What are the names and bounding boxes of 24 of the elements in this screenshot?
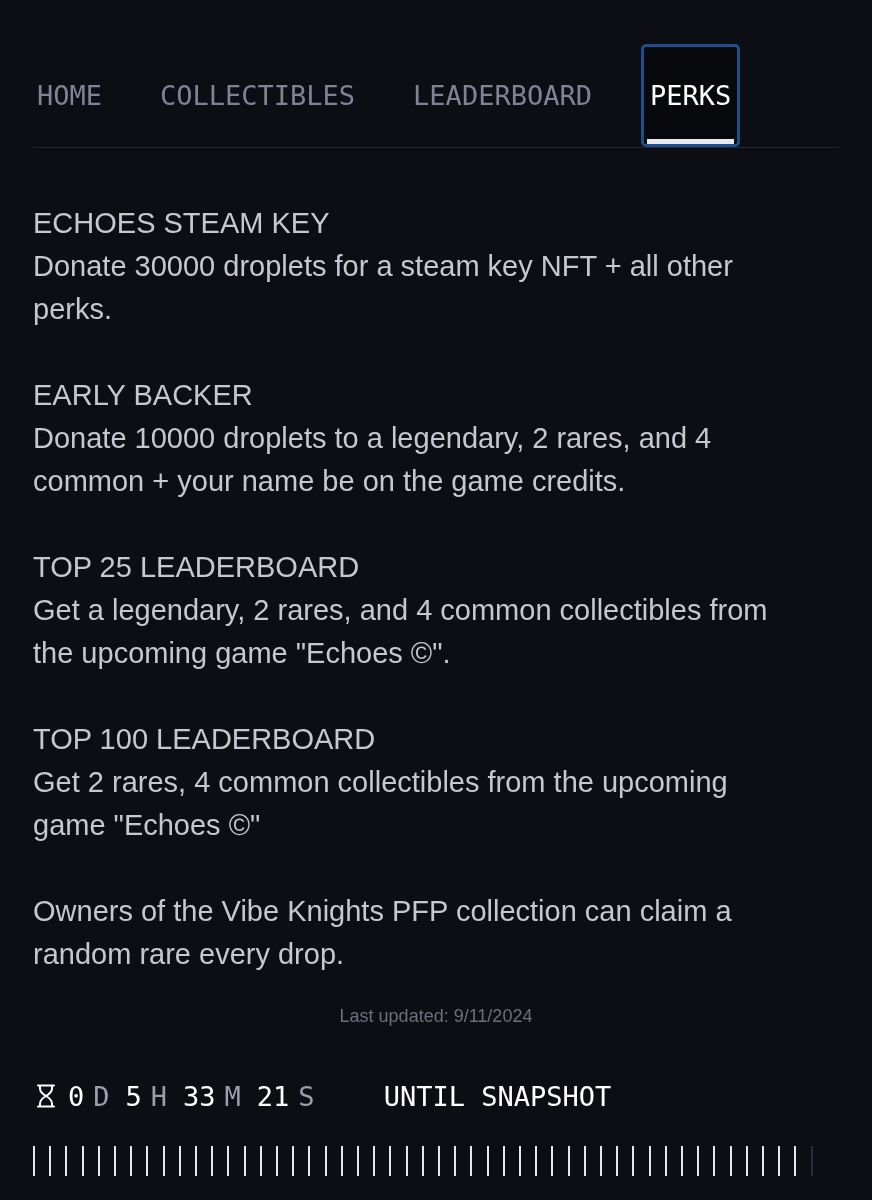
countdown-unit: D [93,1082,110,1110]
perk-description: Donate 30000 droplets for a steam key NFT + all other perks. [33,249,734,327]
perk-description: Get a legendary, 2 rares, and 4 common collectibles from the upcoming game "Echoes ©". [33,593,769,671]
countdown-unit: M [224,1082,241,1110]
countdown-value: 0 [68,1082,85,1110]
countdown-value: 5 [125,1082,142,1110]
perk-title: TOP 100 LEADERBOARD [33,722,377,757]
countdown-unit: H [150,1082,168,1110]
nav-tab[interactable]: HOME [28,44,112,147]
nav-tab[interactable]: COLLECTIBLES [151,44,365,147]
perk-description: Donate 10000 droplets to a legendary, 2 rares, and 4 common + your name be on the game credits. [33,421,713,499]
countdown-unit: S [298,1082,315,1110]
perk-title: TOP 25 LEADERBOARD [33,550,361,585]
perk-description: Get 2 rares, 4 common collectibles from the upcoming game "Echoes ©" [33,765,729,843]
perk-title: ECHOES STEAM KEY [33,206,331,241]
nav-tab[interactable]: PERKS [640,44,741,147]
countdown-value: 21 [256,1082,290,1110]
countdown-label: UNTIL SNAPSHOT [383,1082,612,1110]
nav-tab[interactable]: LEADERBOARD [404,44,601,147]
perk-title: EARLY BACKER [33,378,254,413]
last-updated-text: Last updated: 9/11/2024 [339,1005,533,1028]
hourglass-icon [37,1084,55,1108]
countdown-value: 33 [183,1082,216,1110]
perks-note: Owners of the Vibe Knights PFP collection can claim a random rare every drop. [33,894,733,972]
